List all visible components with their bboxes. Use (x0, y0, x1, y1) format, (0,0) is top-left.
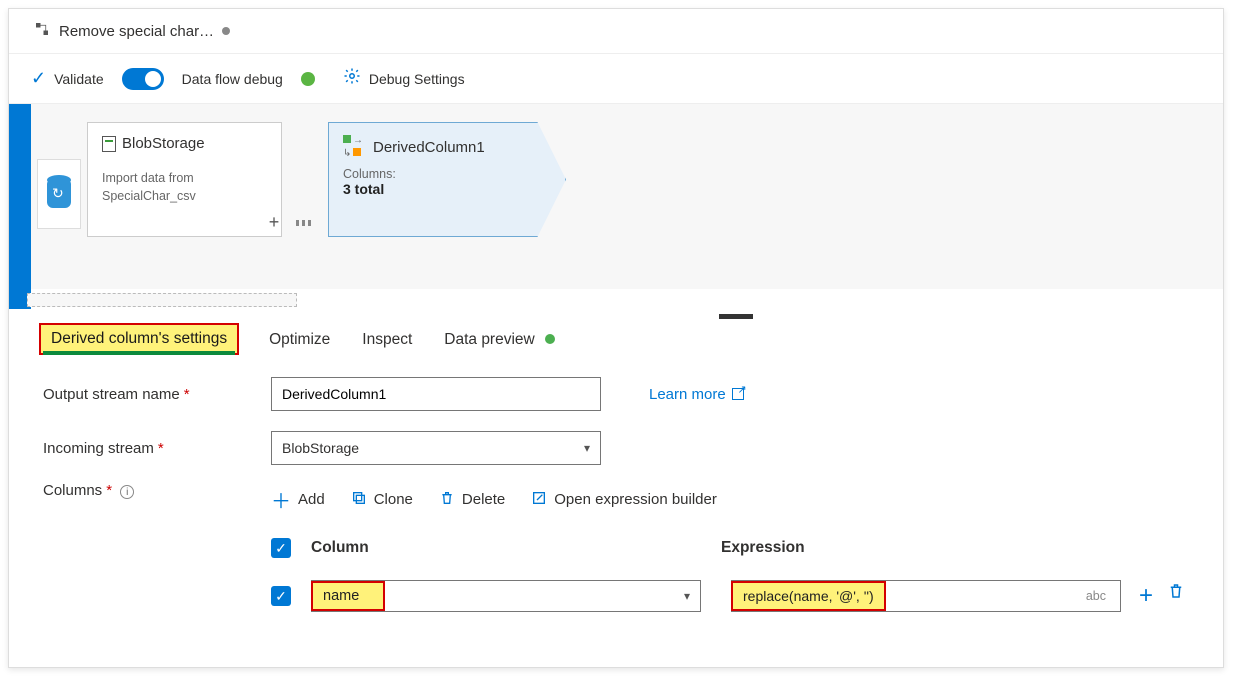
delete-column-button[interactable]: Delete (439, 485, 505, 514)
tab-optimize-label: Optimize (269, 331, 330, 348)
database-icon (47, 180, 71, 208)
tab-title: Remove special char… (59, 23, 214, 40)
datatype-hint: abc (1080, 589, 1112, 603)
clone-column-button[interactable]: Clone (351, 485, 413, 514)
derived-column-icon: → ↳ (343, 135, 363, 159)
source-dataset-badge[interactable] (37, 159, 81, 229)
open-expression-builder-button[interactable]: Open expression builder (531, 485, 717, 514)
expression-input[interactable]: replace(name, '@', '') abc (731, 580, 1121, 612)
edit-icon (531, 490, 547, 510)
check-icon: ✓ (31, 68, 46, 89)
output-stream-input[interactable] (271, 377, 601, 411)
plus-icon: ＋ (271, 485, 291, 514)
debug-toggle[interactable] (122, 68, 164, 90)
dataflow-toolbar: ✓ Validate Data flow debug Debug Setting… (9, 54, 1223, 104)
column-name-value: name (311, 581, 385, 611)
tab-derived-settings[interactable]: Derived column's settings (39, 323, 239, 355)
debug-settings-label: Debug Settings (369, 71, 465, 87)
add-transform-button[interactable]: + (265, 212, 283, 230)
delete-row-button[interactable] (1167, 582, 1185, 610)
flow-connector (296, 220, 314, 226)
chevron-down-icon: ▾ (584, 441, 590, 455)
incoming-stream-select[interactable]: BlobStorage ▾ (271, 431, 601, 465)
expression-value: replace(name, '@', '') (731, 581, 886, 611)
node-derived-title: DerivedColumn1 (373, 139, 485, 156)
columns-table-header: ✓ Column Expression (271, 532, 1201, 572)
tab-optimize[interactable]: Optimize (267, 325, 332, 355)
node-source-sub1: Import data from (102, 170, 267, 188)
validate-button[interactable]: ✓ Validate (31, 68, 104, 89)
tab-inspect-label: Inspect (362, 331, 412, 348)
settings-tabstrip: Derived column's settings Optimize Inspe… (9, 313, 1223, 355)
editor-tabbar: Remove special char… (9, 9, 1223, 54)
header-expression: Expression (721, 539, 805, 557)
learn-more-link[interactable]: Learn more (649, 386, 744, 403)
add-transform-button[interactable]: + (543, 212, 561, 230)
file-icon (102, 136, 116, 152)
node-source-sub2: SpecialChar_csv (102, 188, 267, 206)
header-column: Column (311, 539, 691, 557)
output-stream-label: Output stream name* (43, 386, 253, 403)
node-derived-columns-count: 3 total (343, 181, 551, 197)
validate-label: Validate (54, 71, 104, 87)
derived-settings-panel: Output stream name* Learn more Incoming … (9, 355, 1223, 642)
trash-icon (439, 490, 455, 510)
unsaved-indicator-icon (222, 27, 230, 35)
columns-section-label: Columns* i (43, 482, 253, 499)
debug-settings-button[interactable]: Debug Settings (343, 67, 465, 90)
columns-action-bar: ＋ Add Clone Delete Open expression buil (271, 485, 1189, 514)
learn-more-label: Learn more (649, 386, 726, 403)
add-label: Add (298, 491, 325, 508)
tab-remove-special-char[interactable]: Remove special char… (19, 14, 244, 48)
select-all-checkbox[interactable]: ✓ (271, 538, 291, 558)
node-blobstorage[interactable]: BlobStorage Import data from SpecialChar… (87, 122, 282, 237)
copy-icon (351, 490, 367, 510)
column-name-select[interactable]: name ▾ (311, 580, 701, 612)
tab-derived-settings-label: Derived column's settings (51, 330, 227, 347)
tab-data-preview[interactable]: Data preview (442, 325, 557, 355)
table-row: ✓ name ▾ replace(name, '@', '') abc + (271, 572, 1201, 620)
preview-status-icon (545, 334, 555, 344)
delete-label: Delete (462, 491, 505, 508)
debug-toggle-label: Data flow debug (182, 71, 283, 87)
debug-status-icon (301, 72, 315, 86)
add-row-button[interactable]: + (1139, 582, 1153, 610)
chevron-down-icon: ▾ (684, 589, 690, 603)
gear-icon (343, 67, 361, 90)
incoming-stream-label: Incoming stream* (43, 440, 253, 457)
add-column-button[interactable]: ＋ Add (271, 485, 325, 514)
tab-inspect[interactable]: Inspect (360, 325, 414, 355)
clone-label: Clone (374, 491, 413, 508)
dataflow-icon (33, 20, 51, 42)
node-source-title: BlobStorage (122, 135, 205, 152)
info-icon[interactable]: i (120, 485, 134, 499)
dataflow-canvas[interactable]: BlobStorage Import data from SpecialChar… (9, 104, 1223, 289)
external-link-icon (732, 388, 744, 400)
node-derivedcolumn1[interactable]: → ↳ DerivedColumn1 Columns: 3 total + (328, 122, 566, 237)
node-derived-columns-label: Columns: (343, 167, 551, 181)
panel-resize-handle[interactable] (719, 314, 753, 319)
canvas-drop-zone[interactable] (27, 293, 297, 307)
row-checkbox[interactable]: ✓ (271, 586, 291, 606)
open-builder-label: Open expression builder (554, 491, 717, 508)
columns-table: ✓ Column Expression ✓ name ▾ replace(nam… (271, 532, 1201, 620)
incoming-stream-value: BlobStorage (282, 440, 359, 456)
tab-preview-label: Data preview (444, 331, 534, 348)
canvas-edge-strip (9, 104, 31, 309)
